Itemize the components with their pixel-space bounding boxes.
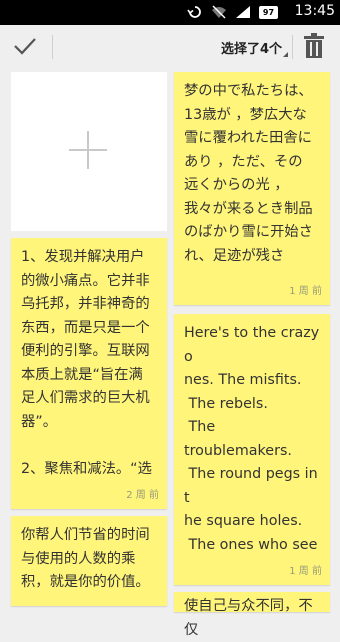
add-note-tile[interactable] [11,72,167,231]
plus-icon [69,131,107,169]
note-text: Here's to the crazy o nes. The misfits. … [184,325,320,553]
status-time: 13:45 [294,3,335,19]
note-text: 使自己与众不同，不仅 [184,598,313,638]
check-icon[interactable] [12,33,38,59]
sync-icon [187,6,201,18]
status-bar: 97 13:45 [0,0,340,25]
dropdown-caret-icon[interactable] [283,52,288,57]
note-card[interactable]: 使自己与众不同，不仅 [174,592,330,638]
note-text: 1、发现并解决用户 的微小痛点。它并非 乌托邦，并非神奇的 东西，而是只是一个 … [21,249,152,477]
action-divider-right [292,35,293,59]
note-card[interactable]: Here's to the crazy o nes. The misfits. … [174,314,330,585]
signal-icon [236,6,250,18]
note-card[interactable]: 1、发现并解决用户 的微小痛点。它并非 乌托邦，并非神奇的 东西，而是只是一个 … [11,238,167,509]
note-text: 你帮人们节省的时间 与使用的人数的乘 积，就是你的价值。 [21,527,150,590]
wifi-off-icon [212,5,226,19]
status-icons: 97 [187,5,278,19]
note-text: 梦の中で私たちは、 13歳が ，梦広大な 雪に覆われた田舎に あり ，ただ、その… [184,83,313,264]
action-divider [52,35,53,59]
note-timestamp: 1 周 前 [289,566,322,577]
note-timestamp: 1 周 前 [289,286,322,297]
battery-icon: 97 [259,5,278,19]
action-bar: 选择了4个 [0,25,340,69]
note-timestamp: 2 周 前 [126,490,159,501]
trash-icon[interactable] [303,33,325,59]
selection-count-title[interactable]: 选择了4个 [221,38,282,57]
note-card[interactable]: 梦の中で私たちは、 13歳が ，梦広大な 雪に覆われた田舎に あり ，ただ、その… [174,72,330,305]
note-card[interactable]: 你帮人们节省的时间 与使用的人数的乘 积，就是你的价值。 [11,516,167,606]
